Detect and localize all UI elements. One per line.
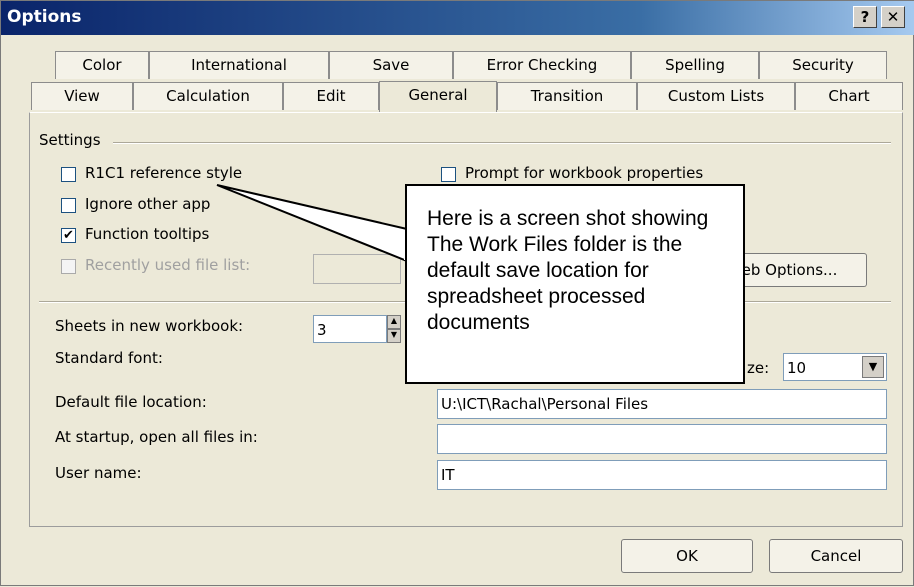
user-name-label: User name:: [55, 464, 142, 482]
function-tooltips-label: Function tooltips: [85, 225, 210, 243]
callout-text: Here is a screen shot showing The Work F…: [427, 207, 709, 334]
tab-calculation[interactable]: Calculation: [133, 82, 283, 110]
recent-files-count: [313, 254, 401, 284]
font-size-value: 10: [787, 359, 807, 377]
ignore-other-apps-label: Ignore other app: [85, 195, 211, 213]
function-tooltips-checkbox[interactable]: ✔: [61, 228, 76, 243]
tab-save[interactable]: Save: [329, 51, 453, 79]
r1c1-label: R1C1 reference style: [85, 164, 243, 182]
sheets-label: Sheets in new workbook:: [55, 317, 244, 335]
close-button[interactable]: ✕: [881, 6, 905, 28]
tab-transition[interactable]: Transition: [497, 82, 637, 110]
tab-edit[interactable]: Edit: [283, 82, 379, 110]
ok-button[interactable]: OK: [621, 539, 753, 573]
font-size-dropdown-icon[interactable]: ▼: [862, 356, 884, 378]
options-dialog: Options ? ✕ Color International Save Err…: [0, 0, 914, 586]
startup-folder-input[interactable]: [437, 424, 887, 454]
title-bar: Options ? ✕: [1, 1, 914, 35]
sheets-up-arrow[interactable]: ▲: [387, 315, 401, 329]
tab-international[interactable]: International: [149, 51, 329, 79]
font-size-label: ze:: [747, 359, 770, 377]
tab-general[interactable]: General: [379, 81, 497, 112]
startup-folder-label: At startup, open all files in:: [55, 428, 258, 446]
r1c1-checkbox[interactable]: [61, 167, 76, 182]
cancel-button[interactable]: Cancel: [769, 539, 903, 573]
user-name-input[interactable]: IT: [437, 460, 887, 490]
prompt-props-checkbox[interactable]: [441, 167, 456, 182]
tab-chart[interactable]: Chart: [795, 82, 903, 110]
tab-color[interactable]: Color: [55, 51, 149, 79]
sheets-down-arrow[interactable]: ▼: [387, 329, 401, 343]
default-location-label: Default file location:: [55, 393, 207, 411]
window-title: Options: [7, 7, 82, 27]
tab-custom-lists[interactable]: Custom Lists: [637, 82, 795, 110]
help-button[interactable]: ?: [853, 6, 877, 28]
tab-error-checking[interactable]: Error Checking: [453, 51, 631, 79]
tab-spelling[interactable]: Spelling: [631, 51, 759, 79]
settings-group-label: Settings: [39, 131, 101, 149]
prompt-props-label: Prompt for workbook properties: [465, 164, 704, 182]
ignore-other-apps-checkbox[interactable]: [61, 198, 76, 213]
default-location-input[interactable]: U:\ICT\Rachal\Personal Files: [437, 389, 887, 419]
settings-divider: [113, 142, 891, 144]
recent-files-label: Recently used file list:: [85, 256, 251, 274]
tab-view[interactable]: View: [31, 82, 133, 110]
standard-font-label: Standard font:: [55, 349, 163, 367]
sheets-input[interactable]: 3: [313, 315, 387, 343]
recent-files-checkbox: [61, 259, 76, 274]
tab-security[interactable]: Security: [759, 51, 887, 79]
annotation-callout: Here is a screen shot showing The Work F…: [405, 184, 745, 384]
